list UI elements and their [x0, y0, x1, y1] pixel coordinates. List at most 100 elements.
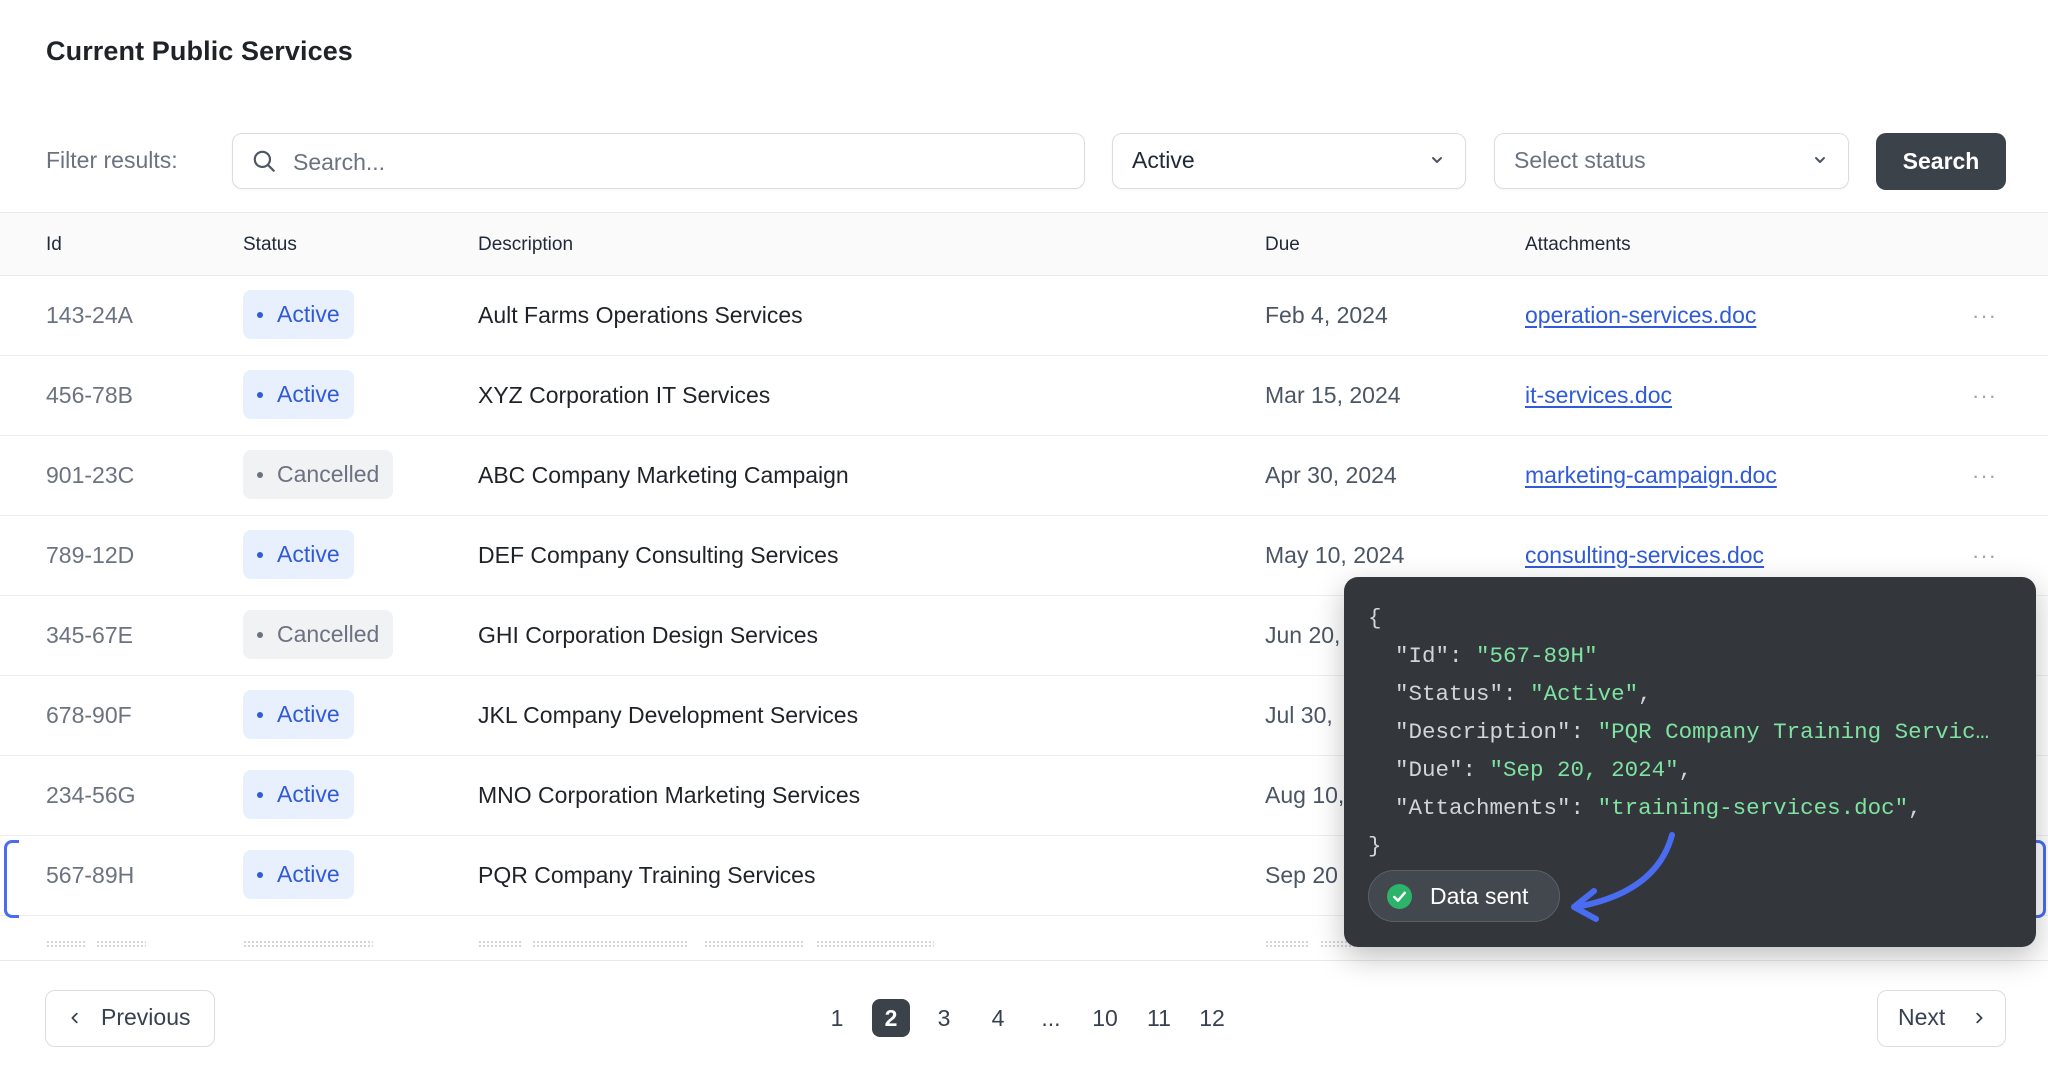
page-title: Current Public Services: [46, 36, 353, 66]
status-label: Active: [277, 381, 340, 407]
previous-page-button[interactable]: Previous: [45, 990, 215, 1047]
page-button-2-current[interactable]: 2: [872, 999, 910, 1037]
json-key: "Status": [1395, 681, 1504, 707]
row-id: 456-78B: [46, 381, 133, 408]
status-filter-value: Active: [1132, 147, 1195, 173]
search-button[interactable]: Search: [1876, 133, 2006, 190]
placeholder-text: [816, 940, 934, 948]
column-header-attachments[interactable]: Attachments: [1525, 234, 1631, 256]
more-actions-icon[interactable]: ···: [1972, 463, 1997, 489]
row-description: DEF Company Consulting Services: [478, 541, 839, 568]
status-dot: [257, 871, 263, 878]
status-label: Active: [277, 861, 340, 887]
status-badge: Active: [243, 530, 354, 579]
data-sent-pill: Data sent: [1368, 870, 1560, 922]
table-row[interactable]: 143-24A Active Ault Farms Operations Ser…: [0, 275, 2048, 356]
row-description: ABC Company Marketing Campaign: [478, 461, 849, 488]
placeholder-text: [478, 940, 522, 948]
status-badge: Active: [243, 370, 354, 419]
json-key: "Attachments": [1395, 795, 1571, 821]
data-sent-label: Data sent: [1430, 882, 1529, 909]
more-actions-icon[interactable]: ···: [1972, 303, 1997, 329]
status-dot: [257, 711, 263, 718]
selection-bracket-left: [4, 840, 19, 918]
json-line: "Status": "Active",: [1395, 681, 1652, 707]
row-description: XYZ Corporation IT Services: [478, 381, 771, 408]
row-id: 789-12D: [46, 541, 135, 568]
status-label: Cancelled: [277, 461, 380, 487]
select-status-placeholder: Select status: [1514, 147, 1646, 173]
attachment-link[interactable]: consulting-services.doc: [1525, 542, 1764, 569]
search-icon: [253, 150, 275, 172]
row-id: 678-90F: [46, 701, 132, 728]
more-actions-icon[interactable]: ···: [1972, 543, 1997, 569]
status-label: Active: [277, 541, 340, 567]
json-key: "Id": [1395, 643, 1450, 669]
attachment-link[interactable]: it-services.doc: [1525, 382, 1672, 409]
column-header-id[interactable]: Id: [46, 234, 62, 256]
page-button-12[interactable]: 12: [1192, 999, 1232, 1037]
chevron-down-icon: [1432, 157, 1442, 163]
more-actions-icon[interactable]: ···: [1972, 383, 1997, 409]
status-dot: [257, 551, 263, 558]
page-button-4[interactable]: 4: [979, 999, 1017, 1037]
status-badge: Active: [243, 770, 354, 819]
row-due-date: Aug 10,: [1265, 781, 1345, 808]
table-row[interactable]: 901-23C Cancelled ABC Company Marketing …: [0, 435, 2048, 516]
column-header-due[interactable]: Due: [1265, 234, 1300, 256]
row-id: 567-89H: [46, 861, 135, 888]
json-key: "Description": [1395, 719, 1571, 745]
status-label: Active: [277, 301, 340, 327]
status-filter-select[interactable]: Active: [1112, 133, 1466, 189]
page-button-10[interactable]: 10: [1085, 999, 1125, 1037]
placeholder-text: [532, 940, 688, 948]
column-header-description[interactable]: Description: [478, 234, 573, 256]
status-label: Active: [277, 701, 340, 727]
row-description: Ault Farms Operations Services: [478, 301, 803, 328]
select-status-dropdown[interactable]: Select status: [1494, 133, 1849, 189]
status-dot: [257, 311, 263, 318]
status-label: Cancelled: [277, 621, 380, 647]
status-badge: Active: [243, 850, 354, 899]
chevron-down-icon: [1815, 157, 1825, 163]
status-dot: [257, 791, 263, 798]
placeholder-badge: [243, 940, 373, 948]
row-due-date: Apr 30, 2024: [1265, 461, 1397, 488]
json-trail: ,: [1638, 681, 1652, 707]
next-page-button[interactable]: Next: [1877, 990, 2006, 1047]
page-button-11[interactable]: 11: [1139, 999, 1179, 1037]
data-preview-popup: { "Id": "567-89H" "Status": "Active", "D…: [1344, 577, 2036, 947]
curved-arrow-icon: [1571, 832, 1675, 922]
table-row[interactable]: 456-78B Active XYZ Corporation IT Servic…: [0, 355, 2048, 436]
json-trail: ,: [1908, 795, 1922, 821]
column-header-status[interactable]: Status: [243, 234, 297, 256]
json-close-brace: }: [1368, 833, 1382, 859]
row-id: 234-56G: [46, 781, 136, 808]
search-field[interactable]: [232, 133, 1085, 189]
status-dot: [257, 631, 263, 638]
json-line: "Description": "PQR Company Training Ser…: [1395, 719, 1990, 745]
page-ellipsis: ...: [1041, 1004, 1061, 1031]
row-description: JKL Company Development Services: [478, 701, 859, 728]
row-due-date: Jun 20,: [1265, 621, 1341, 648]
filter-label: Filter results:: [46, 147, 178, 173]
row-description: MNO Corporation Marketing Services: [478, 781, 861, 808]
row-due-date: Feb 4, 2024: [1265, 301, 1388, 328]
attachment-link[interactable]: operation-services.doc: [1525, 302, 1756, 329]
attachment-link[interactable]: marketing-campaign.doc: [1525, 462, 1777, 489]
placeholder-text: [46, 940, 86, 948]
json-value: "training-services.doc": [1597, 795, 1909, 821]
status-label: Active: [277, 781, 340, 807]
status-badge: Active: [243, 690, 354, 739]
search-input[interactable]: [291, 144, 1055, 180]
json-trail: ,: [1678, 757, 1693, 783]
json-value: "Active": [1530, 681, 1639, 707]
json-line: "Due": "Sep 20, 2024",: [1395, 757, 1693, 783]
table-header: Id Status Description Due Attachments: [0, 212, 2048, 276]
page-button-3[interactable]: 3: [925, 999, 963, 1037]
json-value: "PQR Company Training Servic…: [1597, 719, 1990, 745]
row-due-date: Mar 15, 2024: [1265, 381, 1401, 408]
row-description: GHI Corporation Design Services: [478, 621, 819, 648]
page-button-1[interactable]: 1: [818, 999, 856, 1037]
row-id: 345-67E: [46, 621, 133, 648]
